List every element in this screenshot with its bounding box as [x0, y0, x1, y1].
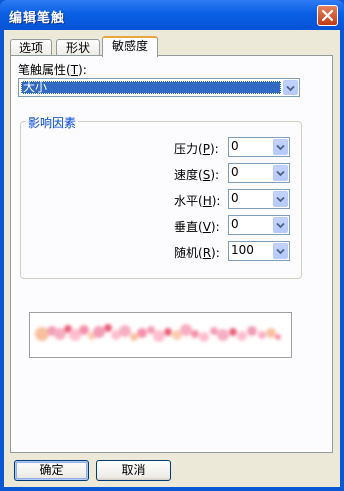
- cancel-button[interactable]: 取消: [96, 460, 171, 481]
- dropdown-button[interactable]: [273, 165, 288, 181]
- tab-shape[interactable]: 形状: [56, 39, 100, 56]
- random-value: 100: [231, 243, 254, 257]
- tab-options[interactable]: 选项: [10, 39, 52, 56]
- chevron-down-icon: [286, 85, 295, 92]
- chevron-down-icon: [276, 196, 285, 203]
- stroke-preview: [29, 312, 292, 358]
- stroke-property-select[interactable]: 大小: [18, 78, 300, 97]
- field-horizontal-label: 水平(H):: [174, 194, 221, 208]
- vertical-combo[interactable]: 0: [228, 215, 290, 235]
- mnemonic: T: [70, 63, 79, 77]
- influence-group-title: 影响因素: [26, 114, 79, 131]
- dropdown-button[interactable]: [273, 243, 288, 259]
- horizontal-value: 0: [231, 191, 239, 205]
- dropdown-button[interactable]: [273, 139, 288, 155]
- tab-label: 敏感度: [111, 39, 148, 53]
- stroke-property-value: 大小: [23, 80, 48, 94]
- title-bar[interactable]: 编辑笔触: [0, 0, 344, 30]
- mnemonic: R: [202, 246, 212, 260]
- mnemonic: V: [202, 220, 211, 234]
- field-text: 随机: [174, 246, 199, 260]
- sensitivity-panel: 笔触属性(T): 大小 影响因素 压力(P): 0 速度(S): 0 水平(H)…: [10, 55, 333, 453]
- speed-combo[interactable]: 0: [228, 163, 290, 183]
- field-text: 水平: [174, 194, 199, 208]
- dropdown-button[interactable]: [273, 191, 288, 207]
- field-pressure-label: 压力(P):: [174, 142, 219, 156]
- dropdown-button[interactable]: [273, 217, 288, 233]
- pressure-value: 0: [231, 139, 239, 153]
- dropdown-button[interactable]: [283, 80, 298, 95]
- field-text: 速度: [174, 168, 199, 182]
- stroke-property-text: 笔触属性: [18, 63, 67, 77]
- ok-button[interactable]: 确定: [14, 460, 89, 481]
- tab-label: 选项: [18, 41, 43, 55]
- field-text: 垂直: [174, 220, 199, 234]
- horizontal-combo[interactable]: 0: [228, 189, 290, 209]
- speed-value: 0: [231, 165, 239, 179]
- field-random-label: 随机(R):: [174, 246, 220, 260]
- stroke-property-label: 笔触属性(T):: [18, 63, 87, 77]
- chevron-down-icon: [276, 222, 285, 229]
- chevron-down-icon: [276, 170, 285, 177]
- dialog-body: 选项 形状 敏感度 笔触属性(T): 大小 影响因素 压力(P): 0 速度(S…: [4, 30, 340, 487]
- field-text: 压力: [174, 142, 199, 156]
- tab-sensitivity[interactable]: 敏感度: [102, 36, 158, 57]
- stroke-preview-image: [35, 324, 281, 342]
- mnemonic: P: [202, 142, 210, 156]
- pressure-combo[interactable]: 0: [228, 137, 290, 157]
- dialog-window: 编辑笔触 选项 形状 敏感度 笔触属性(T): 大小 影响因素 压力(P): 0…: [0, 0, 344, 491]
- vertical-value: 0: [231, 217, 239, 231]
- mnemonic: H: [202, 194, 212, 208]
- close-button[interactable]: [317, 5, 338, 26]
- mnemonic: S: [202, 168, 211, 182]
- chevron-down-icon: [276, 248, 285, 255]
- field-speed-label: 速度(S):: [174, 168, 220, 182]
- chevron-down-icon: [276, 144, 285, 151]
- selected-highlight: [21, 81, 281, 94]
- random-combo[interactable]: 100: [228, 241, 290, 261]
- close-icon: [322, 10, 333, 21]
- window-title: 编辑笔触: [9, 11, 66, 26]
- tab-label: 形状: [65, 41, 90, 55]
- field-vertical-label: 垂直(V):: [174, 220, 220, 234]
